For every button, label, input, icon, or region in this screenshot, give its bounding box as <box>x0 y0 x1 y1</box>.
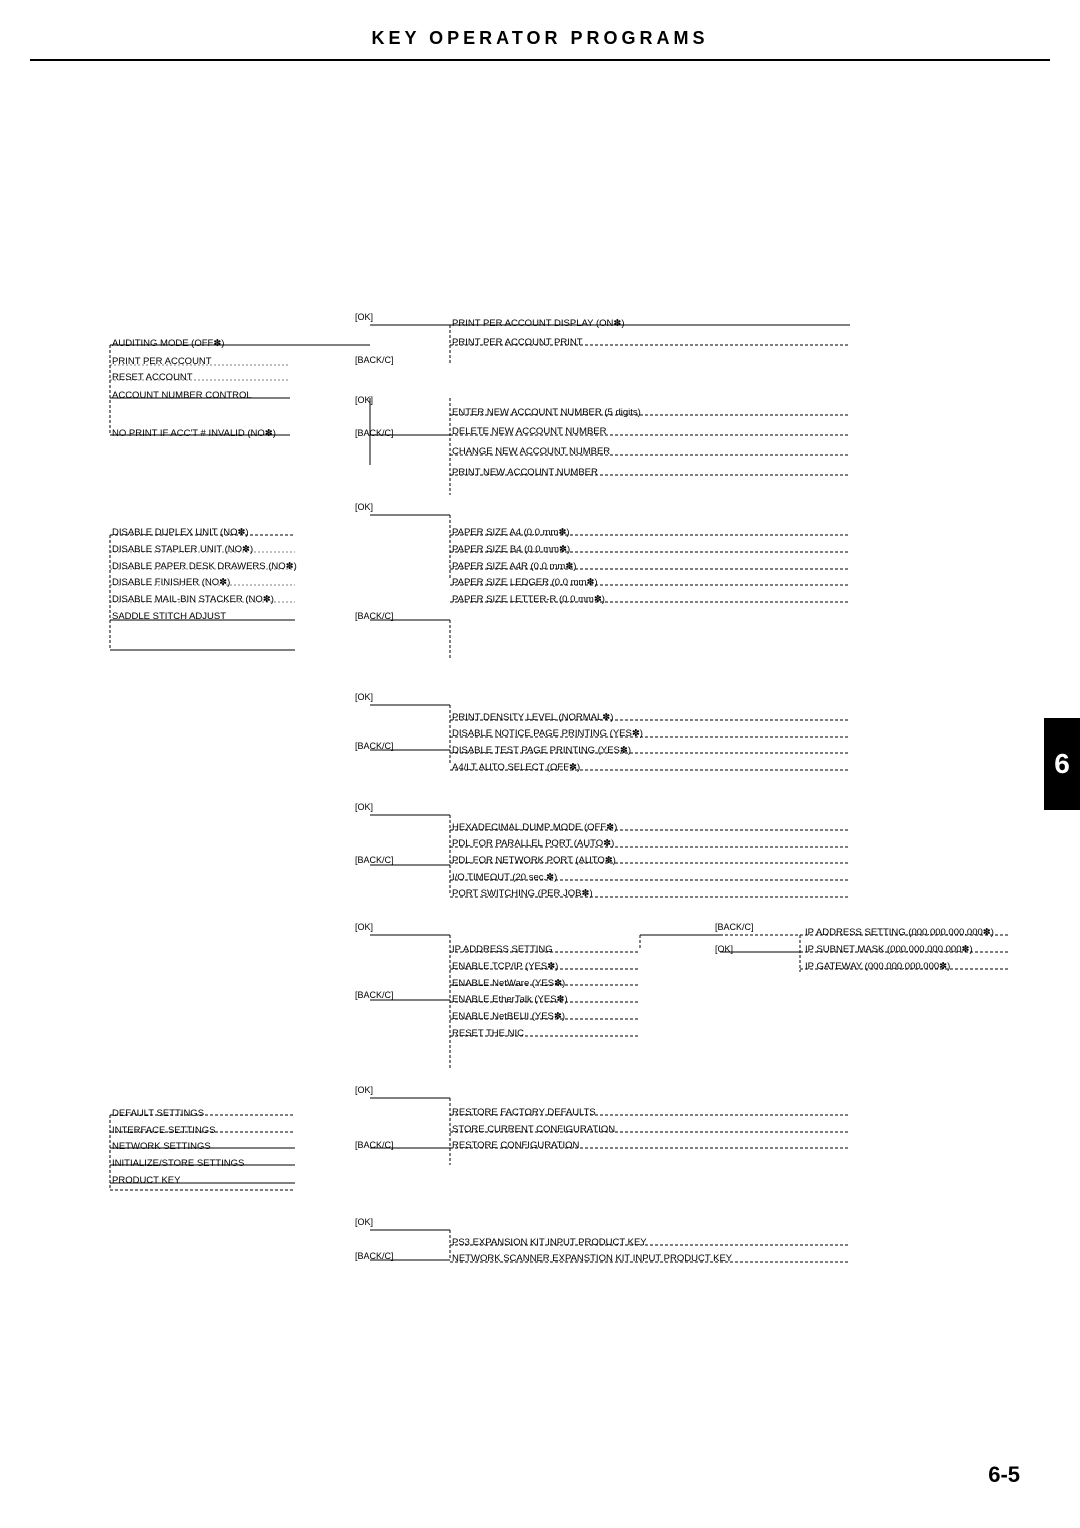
ok-label-s5: [OK] <box>355 922 373 932</box>
ok-label-s7: [OK] <box>355 1217 373 1227</box>
s5-m4: ENABLE EtherTalk (YES✽) <box>452 994 568 1005</box>
s1-item1: AUDITING MODE (OFF✽) <box>112 338 224 349</box>
s4-r2: PDL FOR PARALLEL PORT (AUTO✽) <box>452 838 614 849</box>
ok-label-s2: [OK] <box>355 502 373 512</box>
s1-item3: RESET ACCOUNT <box>112 372 193 383</box>
s5-m5: ENABLE NetBEUI (YES✽) <box>452 1011 565 1022</box>
s2-item4: DISABLE FINISHER (NO✽) <box>112 577 230 588</box>
s2-r2: PAPER SIZE B4 (0.0 mm✽) <box>452 544 570 555</box>
backc-label-s3: [BACK/C] <box>355 741 394 751</box>
backc-label-s2: [BACK/C] <box>355 611 394 621</box>
ok-label-s4: [OK] <box>355 802 373 812</box>
s2-r5: PAPER SIZE LETTER-R (0.0 mm✽) <box>452 594 605 605</box>
backc-label-s6: [BACK/C] <box>355 1140 394 1150</box>
s4-r1: HEXADECIMAL DUMP MODE (OFF✽) <box>452 822 617 833</box>
s6-item2: INTERFACE SETTINGS <box>112 1125 215 1136</box>
ok-label-s1: [OK] <box>355 312 373 322</box>
s6-item3: NETWORK SETTINGS <box>112 1141 211 1152</box>
s2-r1: PAPER SIZE A4 (0.0 mm✽) <box>452 527 570 538</box>
s7-r1: PS3 EXPANSION KIT INPUT PRODUCT KEY <box>452 1237 647 1248</box>
s5-m1: IP ADDRESS SETTING <box>452 944 553 955</box>
s4-r3: PDL FOR NETWORK PORT (AUTO✽) <box>452 855 616 866</box>
s1-r6: PRINT NEW ACCOUNT NUMBER <box>452 467 598 478</box>
s5-m2: ENABLE TCP/IP (YES✽) <box>452 961 558 972</box>
s2-r3: PAPER SIZE A4R (0.0 mm✽) <box>452 561 576 572</box>
s2-item1: DISABLE DUPLEX UNIT (NO✽) <box>112 527 249 538</box>
backc-label-s1a: [BACK/C] <box>355 355 394 365</box>
s1-r1: PRINT PER ACCOUNT DISPLAY (ON✽) <box>452 318 624 329</box>
s2-item5: DISABLE MAIL-BIN STACKER (NO✽) <box>112 594 274 605</box>
ok-label-s6: [OK] <box>355 1085 373 1095</box>
backc-label-s7: [BACK/C] <box>355 1251 394 1261</box>
s5-m3: ENABLE NetWare (YES✽) <box>452 978 565 989</box>
s6-item5: PRODUCT KEY <box>112 1175 180 1186</box>
s5-m6: RESET THE NIC <box>452 1028 524 1039</box>
s2-r4: PAPER SIZE LEDGER (0.0 mm✽) <box>452 577 598 588</box>
s1-r3: ENTER NEW ACCOUNT NUMBER (5 digits) <box>452 407 641 418</box>
s4-r4: I/O TIMEOUT (20 sec.✽) <box>452 872 557 883</box>
s1-r2: PRINT PER ACCOUNT PRINT <box>452 337 583 348</box>
s5-r1: IP ADDRESS SETTING (000.000.000.000✽) <box>805 927 994 938</box>
s2-item6: SADDLE STITCH ADJUST <box>112 611 226 622</box>
s6-item1: DEFAULT SETTINGS <box>112 1108 204 1119</box>
backc-label-s1b: [BACK/C] <box>355 428 394 438</box>
backc-label-s4: [BACK/C] <box>355 855 394 865</box>
s2-item3: DISABLE PAPER DESK DRAWERS (NO✽) <box>112 561 297 572</box>
s4-r5: PORT SWITCHING (PER JOB✽) <box>452 888 593 899</box>
s1-r4: DELETE NEW ACCOUNT NUMBER <box>452 426 606 437</box>
s1-item2: PRINT PER ACCOUNT <box>112 356 212 367</box>
s6-r3: RESTORE CONFIGURATION <box>452 1140 579 1151</box>
s6-r2: STORE CURRENT CONFIGURATION <box>452 1124 615 1135</box>
s6-r1: RESTORE FACTORY DEFAULTS <box>452 1107 596 1118</box>
backc-label-s5: [BACK/C] <box>355 990 394 1000</box>
s5-r3: IP GATEWAY (000.000.000.000✽) <box>805 961 950 972</box>
s3-r1: PRINT DENSITY LEVEL (NORMAL✽) <box>452 712 613 723</box>
ok-label-s5b: [OK] <box>715 944 733 954</box>
s3-r3: DISABLE TEST PAGE PRINTING (YES✽) <box>452 745 631 756</box>
backc-label-s5b: [BACK/C] <box>715 922 754 932</box>
s6-item4: INITIALIZE/STORE SETTINGS <box>112 1158 244 1169</box>
s2-item2: DISABLE STAPLER UNIT (NO✽) <box>112 544 253 555</box>
s5-r2: IP SUBNET MASK (000.000.000.000✽) <box>805 944 973 955</box>
s3-r4: A4/LT AUTO SELECT (OFF✽) <box>452 762 580 773</box>
s1-item5: NO PRINT IF ACC'T # INVALID (NO✽) <box>112 428 276 439</box>
s3-r2: DISABLE NOTICE PAGE PRINTING (YES✽) <box>452 728 643 739</box>
s1-item4: ACCOUNT NUMBER CONTROL <box>112 390 252 401</box>
s7-r2: NETWORK SCANNER EXPANSTION KIT INPUT PRO… <box>452 1253 732 1264</box>
ok-label-s1b: [OK] <box>355 395 373 405</box>
s1-r5: CHANGE NEW ACCOUNT NUMBER <box>452 446 610 457</box>
page-title: KEY OPERATOR PROGRAMS <box>30 0 1050 61</box>
ok-label-s3: [OK] <box>355 692 373 702</box>
